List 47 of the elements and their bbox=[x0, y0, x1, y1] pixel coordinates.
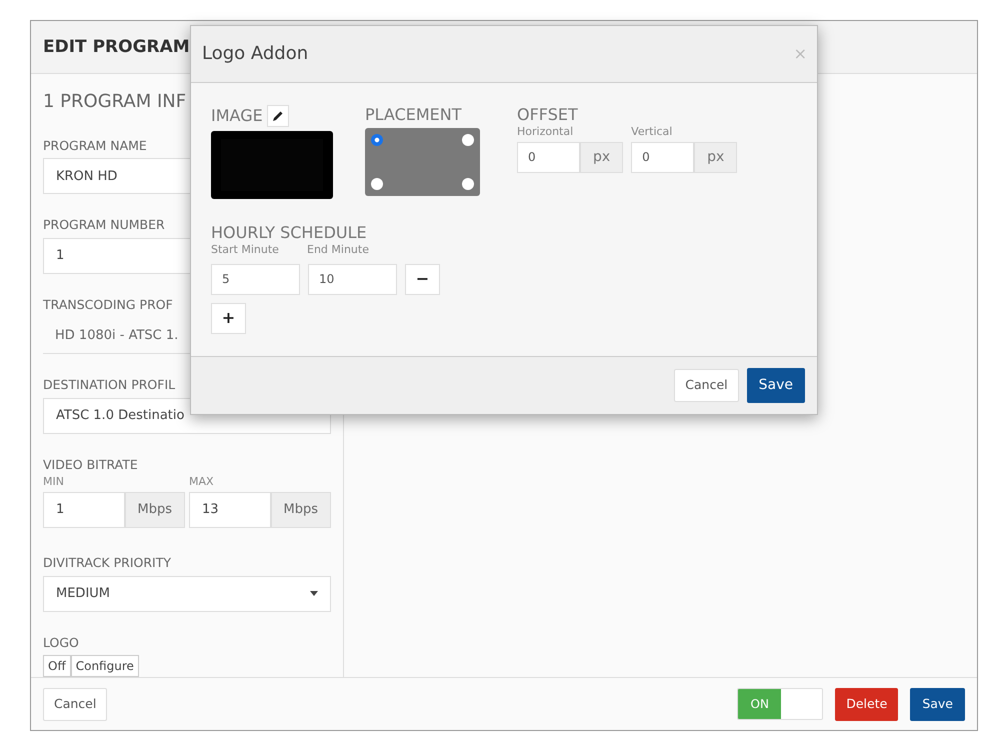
unit-label: px bbox=[694, 142, 738, 173]
field-label: Horizontal bbox=[517, 124, 574, 140]
unit-label: Mbps bbox=[124, 492, 185, 528]
unit-label: Mbps bbox=[270, 492, 331, 528]
field-label: VIDEO BITRATE bbox=[43, 456, 138, 474]
placement-radio[interactable] bbox=[462, 178, 474, 190]
page-title: EDIT PROGRAM bbox=[43, 36, 190, 57]
field-label: Start Minute bbox=[211, 242, 280, 258]
section-heading: PLACEMENT bbox=[365, 105, 462, 124]
field-label: LOGO bbox=[43, 634, 79, 652]
unit-label: px bbox=[580, 142, 624, 173]
cancel-button[interactable]: Cancel bbox=[674, 369, 739, 402]
add-button[interactable]: + bbox=[211, 302, 246, 334]
number-field[interactable]: 5 bbox=[211, 264, 300, 295]
number-field[interactable]: 1 bbox=[43, 492, 124, 528]
placement-radio[interactable] bbox=[462, 134, 474, 146]
field-label: MIN bbox=[43, 474, 64, 490]
placement-radio[interactable] bbox=[371, 134, 383, 146]
field-label: DIVITRACK PRIORITY bbox=[43, 554, 171, 572]
caret-icon bbox=[310, 591, 318, 596]
field-label: MAX bbox=[189, 474, 214, 490]
save-button[interactable]: Save bbox=[910, 688, 965, 721]
section-heading: OFFSET bbox=[517, 105, 578, 124]
number-field[interactable]: 13 bbox=[189, 492, 270, 528]
dialog-title: Logo Addon bbox=[202, 43, 308, 65]
edit-button[interactable] bbox=[266, 105, 289, 127]
cancel-button[interactable]: Cancel bbox=[43, 688, 108, 721]
number-field[interactable]: 0 bbox=[517, 142, 580, 173]
number-field[interactable]: 0 bbox=[631, 142, 694, 173]
toggle-label: ON bbox=[738, 689, 782, 720]
section-heading: 1 PROGRAM INF bbox=[43, 90, 188, 114]
remove-button[interactable]: − bbox=[405, 264, 440, 295]
field-label: Vertical bbox=[631, 124, 672, 140]
delete-button[interactable]: Delete bbox=[835, 688, 898, 721]
dropdown-value: MEDIUM bbox=[56, 584, 110, 603]
logo-button[interactable]: Configure bbox=[70, 655, 139, 678]
placement-radio[interactable] bbox=[371, 178, 383, 190]
field-label: PROGRAM NUMBER bbox=[43, 216, 165, 234]
number-field[interactable]: 10 bbox=[308, 264, 397, 295]
pencil-icon bbox=[272, 110, 284, 122]
field-label: TRANSCODING PROF bbox=[43, 296, 173, 314]
logo-button[interactable]: Off bbox=[43, 655, 71, 678]
dropdown-select[interactable]: MEDIUM bbox=[43, 576, 331, 612]
field-label: PROGRAM NAME bbox=[43, 136, 147, 155]
section-heading: IMAGE bbox=[211, 106, 263, 126]
field-label: DESTINATION PROFIL bbox=[43, 376, 176, 394]
save-button[interactable]: Save bbox=[746, 368, 805, 403]
